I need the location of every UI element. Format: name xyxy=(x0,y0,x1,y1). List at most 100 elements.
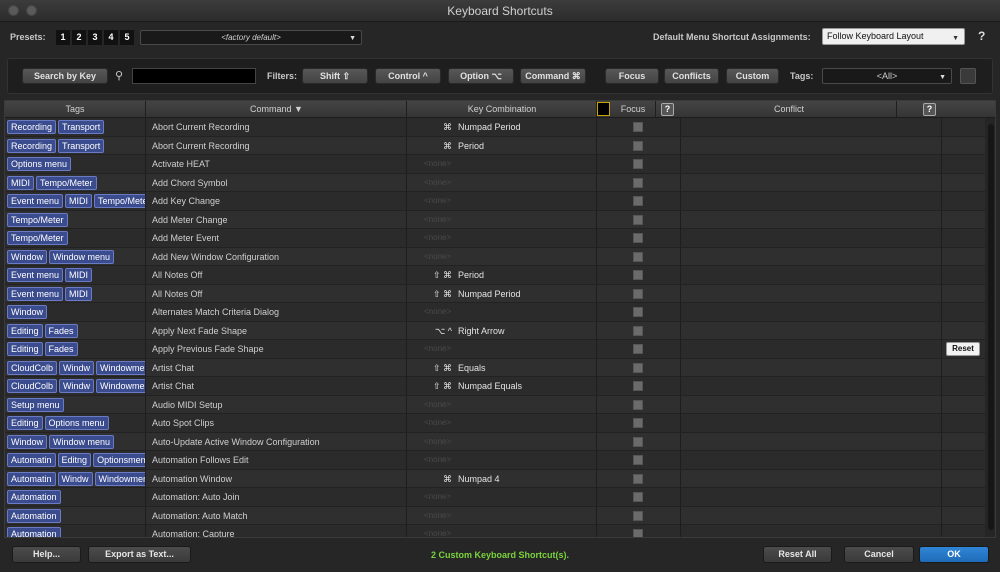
focus-checkbox[interactable] xyxy=(633,529,643,537)
table-row[interactable]: Automation Automation: Auto Match <none> xyxy=(5,506,985,525)
table-row[interactable]: Event menu MIDI Tempo/Meter Add Key Change <… xyxy=(5,192,985,211)
tag-badge[interactable]: Transport xyxy=(58,120,105,134)
key-combination-cell[interactable]: <none> xyxy=(408,210,597,229)
tag-badge[interactable]: Tempo/Meter xyxy=(36,175,97,190)
preset-1-button[interactable]: 1 xyxy=(56,30,70,45)
tag-badge[interactable]: Automation xyxy=(7,508,61,523)
cancel-button[interactable]: Cancel xyxy=(844,546,914,563)
ok-button[interactable]: OK xyxy=(919,546,989,563)
focus-checkbox[interactable] xyxy=(633,140,643,151)
key-combination-cell[interactable]: <none> xyxy=(408,451,597,469)
tag-badge[interactable]: Windowmenu xyxy=(94,471,145,486)
tag-badge[interactable]: Optionsmenu xyxy=(93,453,145,467)
table-row[interactable]: Setup menu Audio MIDI Setup <none> xyxy=(5,395,985,414)
focus-checkbox[interactable] xyxy=(633,473,643,484)
key-combination-cell[interactable]: ⌘ Period xyxy=(408,136,597,155)
reset-all-button[interactable]: Reset All xyxy=(763,546,832,563)
focus-checkbox[interactable] xyxy=(633,122,643,132)
tag-badge[interactable]: Automation xyxy=(7,490,61,504)
column-header-conflict[interactable]: Conflict xyxy=(682,101,897,118)
tag-badge[interactable]: Editing xyxy=(7,323,43,338)
tag-badge[interactable]: MIDI xyxy=(7,175,34,190)
table-row[interactable]: Recording Transport Abort Current Recordin… xyxy=(5,118,985,137)
table-row[interactable]: CloudColbWindwWindowmenuArtist Chat ⇧ ⌘ Nu… xyxy=(5,377,985,396)
table-row[interactable]: Editing Fades Apply Next Fade Shape ⌥ ^ Righ… xyxy=(5,321,985,340)
tag-badge[interactable]: Event menu xyxy=(7,268,64,282)
focus-checkbox[interactable] xyxy=(633,492,643,502)
table-row[interactable]: Tempo/Meter Add Meter Event <none> xyxy=(5,229,985,248)
search-input[interactable] xyxy=(132,68,256,84)
table-row[interactable]: Automation Automation: Auto Join <none> xyxy=(5,488,985,507)
table-row[interactable]: Window Window menu Add New Window Configur… xyxy=(5,247,985,266)
key-combination-cell[interactable]: ⌘ Numpad 4 xyxy=(408,469,597,488)
focus-checkbox[interactable] xyxy=(633,418,643,428)
focus-checkbox[interactable] xyxy=(633,455,643,465)
table-row[interactable]: Automatin Editng Optionsmenu Automation Fol… xyxy=(5,451,985,470)
filter-control-button[interactable]: Control ^ xyxy=(375,68,441,84)
tag-badge[interactable]: Tempo/Meter xyxy=(7,212,68,227)
key-combination-cell[interactable]: ⌘ Numpad Period xyxy=(408,118,597,136)
column-header-command[interactable]: Command ▼ xyxy=(147,101,407,118)
column-header-tags[interactable]: Tags xyxy=(5,101,146,118)
column-header-key-combination[interactable]: Key Combination xyxy=(408,101,597,118)
key-combination-cell[interactable]: <none> xyxy=(408,340,597,358)
tag-badge[interactable]: Fades xyxy=(44,323,78,338)
tag-badge[interactable]: Window menu xyxy=(49,249,115,264)
tag-badge[interactable]: Windw xyxy=(59,360,95,375)
grid-icon[interactable] xyxy=(597,102,610,116)
table-row[interactable]: Options menu Activate HEAT <none> xyxy=(5,155,985,174)
tag-badge[interactable]: Window xyxy=(7,434,48,449)
tag-badge[interactable]: Windowmenu xyxy=(96,360,145,375)
reset-row-button[interactable]: Reset xyxy=(946,342,980,356)
column-header-focus[interactable]: Focus xyxy=(611,101,656,118)
filter-focus-button[interactable]: Focus xyxy=(605,68,659,84)
table-row[interactable]: Tempo/Meter Add Meter Change <none> xyxy=(5,210,985,229)
key-combination-cell[interactable]: <none> xyxy=(408,432,597,451)
focus-checkbox[interactable] xyxy=(633,177,643,188)
focus-checkbox[interactable] xyxy=(633,307,643,317)
tag-badge[interactable]: MIDI xyxy=(65,286,93,301)
tag-badge[interactable]: Transport xyxy=(58,138,105,153)
table-row[interactable]: Recording Transport Abort Current Recordin… xyxy=(5,136,985,155)
tag-badge[interactable]: Tempo/Meter xyxy=(7,231,68,245)
table-row[interactable]: Editing Options menu Auto Spot Clips <none> xyxy=(5,414,985,433)
focus-help-icon[interactable]: ? xyxy=(661,103,674,116)
tag-badge[interactable]: Recording xyxy=(7,120,57,134)
search-by-key-button[interactable]: Search by Key xyxy=(22,68,108,84)
key-combination-cell[interactable]: <none> xyxy=(408,506,597,525)
table-row[interactable]: Editing Fades Apply Previous Fade Shape <no… xyxy=(5,340,985,359)
filter-option-button[interactable]: Option ⌥ xyxy=(448,68,514,84)
tag-badge[interactable]: Window xyxy=(7,305,48,319)
tag-badge[interactable]: Window xyxy=(7,249,48,264)
menu-assign-select[interactable]: Follow Keyboard Layout ▼ xyxy=(822,28,965,45)
focus-checkbox[interactable] xyxy=(633,270,643,280)
focus-checkbox[interactable] xyxy=(633,399,643,410)
key-combination-cell[interactable]: <none> xyxy=(408,414,597,432)
table-row[interactable]: Automation Automation: Capture <none> xyxy=(5,525,985,537)
key-combination-cell[interactable]: <none> xyxy=(408,488,597,506)
tag-badge[interactable]: Windw xyxy=(59,379,95,393)
table-row[interactable]: Event menu MIDI All Notes Off ⇧ ⌘ Period xyxy=(5,266,985,285)
key-combination-cell[interactable]: <none> xyxy=(408,155,597,173)
table-row[interactable]: MIDI Tempo/Meter Add Chord Symbol <none> xyxy=(5,173,985,192)
table-row[interactable]: CloudColbWindwWindowmenuArtist Chat ⇧ ⌘ Eq… xyxy=(5,358,985,377)
tag-badge[interactable]: Options menu xyxy=(7,157,72,171)
tag-badge[interactable]: CloudColb xyxy=(7,379,58,393)
focus-checkbox[interactable] xyxy=(633,288,643,299)
focus-checkbox[interactable] xyxy=(633,436,643,447)
filter-custom-button[interactable]: Custom xyxy=(726,68,779,84)
tag-badge[interactable]: Automation xyxy=(7,527,61,537)
focus-checkbox[interactable] xyxy=(633,381,643,391)
focus-checkbox[interactable] xyxy=(633,233,643,243)
filter-shift-button[interactable]: Shift ⇧ xyxy=(302,68,368,84)
tag-badge[interactable]: MIDI xyxy=(65,194,93,208)
key-combination-cell[interactable]: ⇧ ⌘ Numpad Equals xyxy=(408,377,597,395)
filter-command-button[interactable]: Command ⌘ xyxy=(520,68,586,84)
vertical-scrollbar[interactable] xyxy=(985,118,995,537)
key-combination-cell[interactable]: ⇧ ⌘ Equals xyxy=(408,358,597,377)
tags-select[interactable]: <All> ▼ xyxy=(822,68,952,84)
tag-badge[interactable]: Fades xyxy=(44,342,78,356)
key-combination-cell[interactable]: <none> xyxy=(408,247,597,266)
scrollbar-thumb[interactable] xyxy=(988,124,994,530)
key-combination-cell[interactable]: ⌥ ^ Right Arrow xyxy=(408,321,597,340)
